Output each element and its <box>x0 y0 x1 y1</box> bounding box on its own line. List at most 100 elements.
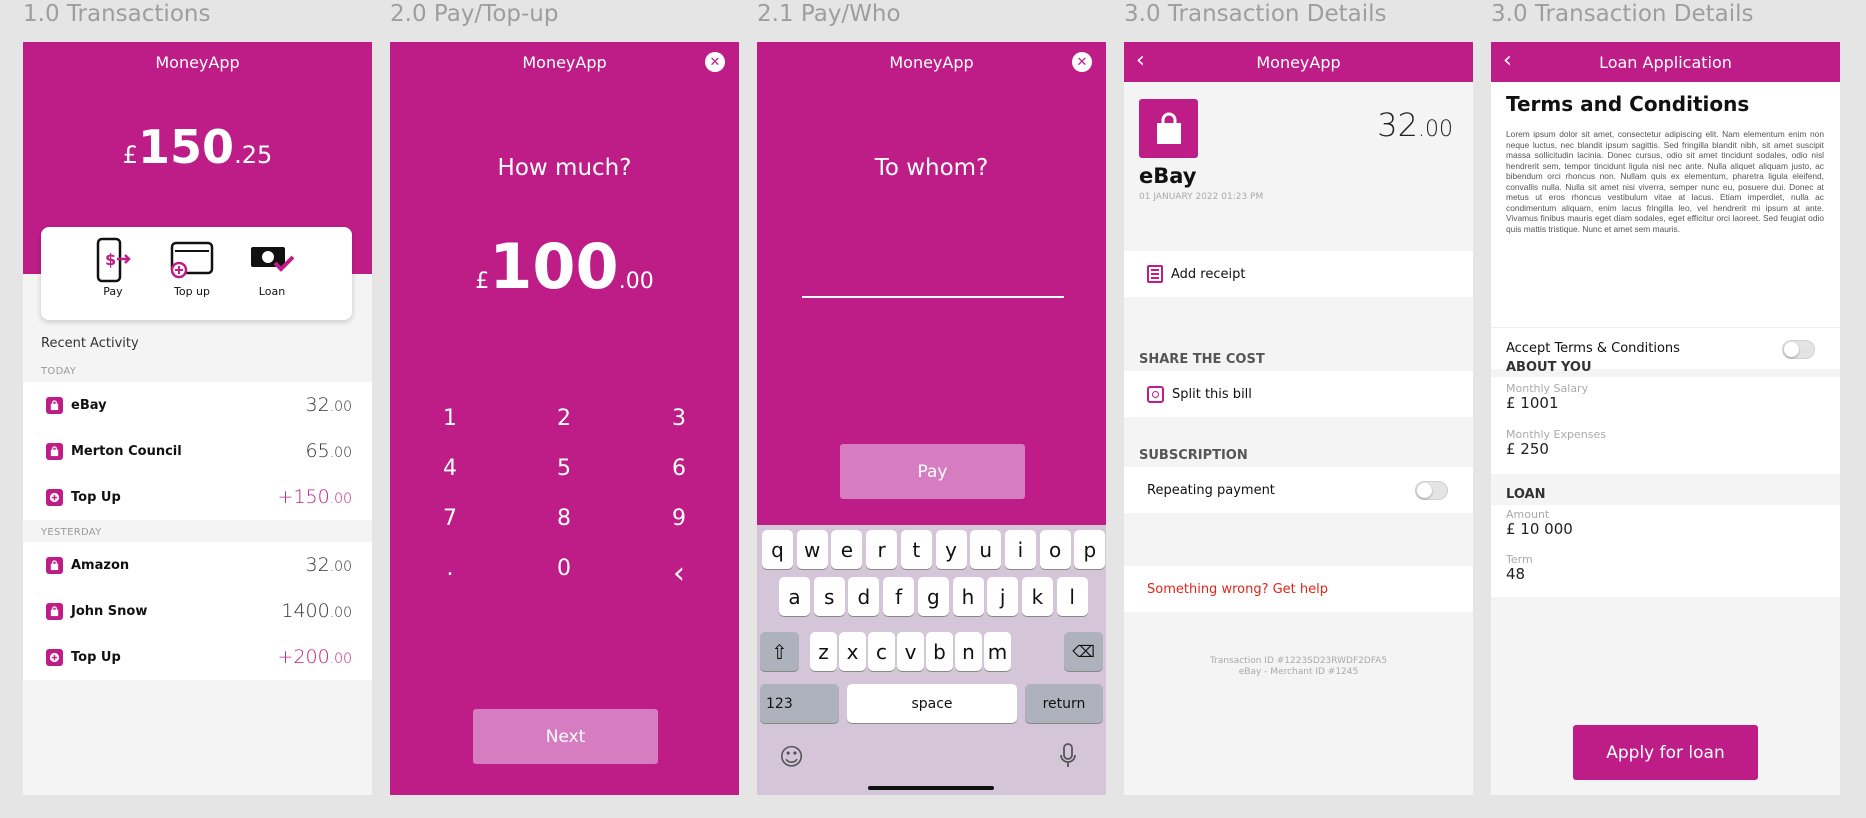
amount-decimal: .00 <box>329 445 352 461</box>
balance: £150.25 <box>23 120 372 174</box>
repeating-payment-toggle[interactable] <box>1415 481 1448 500</box>
keyboard-key[interactable]: p <box>1074 530 1106 569</box>
screen-label: 2.1 Pay/Who <box>757 1 901 27</box>
keyboard-key[interactable]: h <box>952 577 984 616</box>
term-value[interactable]: 48 <box>1506 565 1525 583</box>
keyboard-key[interactable]: s <box>813 577 845 616</box>
keypad-key[interactable]: 0 <box>544 556 584 581</box>
topup-action[interactable]: Top up <box>169 237 215 298</box>
salary-value[interactable]: £ 1001 <box>1506 394 1559 412</box>
keyboard-key[interactable]: g <box>917 577 949 616</box>
transaction-row[interactable]: Top Up +200.00 <box>23 634 372 680</box>
close-icon[interactable]: ✕ <box>705 52 725 72</box>
close-icon[interactable]: ✕ <box>1072 52 1092 72</box>
keyboard-key[interactable]: w <box>796 530 828 569</box>
back-chevron-icon[interactable]: ‹ <box>1136 50 1145 72</box>
keyboard-key[interactable]: d <box>848 577 880 616</box>
amount-decimal: .00 <box>329 399 352 415</box>
amount-decimal: .00 <box>329 559 352 575</box>
amount-integer: 65 <box>305 440 330 462</box>
pay-action[interactable]: $ Pay <box>93 237 133 298</box>
loan-action[interactable]: Loan <box>249 237 295 298</box>
emoji-icon[interactable]: ☺ <box>779 743 804 771</box>
transaction-row[interactable]: Merton Council 65.00 <box>23 428 372 474</box>
apply-for-loan-button[interactable]: Apply for loan <box>1573 725 1758 780</box>
transaction-row[interactable]: eBay 32.00 <box>23 382 372 428</box>
keyboard-key[interactable]: u <box>970 530 1002 569</box>
recipient-input[interactable] <box>802 296 1064 298</box>
accept-terms-toggle[interactable] <box>1782 340 1815 359</box>
keyboard-key[interactable]: l <box>1056 577 1088 616</box>
numbers-key[interactable]: 123 <box>760 684 839 723</box>
expenses-value[interactable]: £ 250 <box>1506 440 1549 458</box>
keyboard-key[interactable]: o <box>1039 530 1071 569</box>
keyboard-key[interactable]: i <box>1004 530 1036 569</box>
keyboard-key[interactable]: e <box>831 530 863 569</box>
keypad-key[interactable]: 8 <box>544 506 584 531</box>
loan-heading: LOAN <box>1506 487 1546 502</box>
screen-label: 2.0 Pay/Top-up <box>390 1 559 27</box>
add-receipt-row[interactable]: Add receipt <box>1124 251 1473 297</box>
keyboard-key[interactable]: a <box>779 577 810 616</box>
keyboard-key[interactable]: r <box>866 530 898 569</box>
return-key[interactable]: return <box>1025 684 1103 723</box>
terms-body: Lorem ipsum dolor sit amet, consectetur … <box>1506 129 1824 234</box>
shopping-bag-icon <box>1139 99 1198 158</box>
keyboard-key[interactable]: z <box>810 632 837 671</box>
pay-action-label: Pay <box>103 285 123 298</box>
transaction-amount: 32.00 <box>1377 106 1453 144</box>
keyboard-key[interactable]: n <box>955 632 982 671</box>
loan-action-label: Loan <box>258 285 286 298</box>
keypad-key[interactable]: 9 <box>659 506 699 531</box>
app-title: MoneyApp <box>155 52 240 72</box>
transaction-amount: +150.00 <box>278 486 352 508</box>
keyboard-key[interactable]: c <box>868 632 895 671</box>
keyboard-key[interactable]: q <box>762 530 793 569</box>
keyboard-key[interactable]: b <box>926 632 953 671</box>
delete-key[interactable]: ⌫ <box>1064 632 1103 671</box>
keyboard-key[interactable]: j <box>987 577 1019 616</box>
keyboard-key[interactable]: m <box>984 632 1011 671</box>
transaction-amount: +200.00 <box>278 646 352 668</box>
keyboard-key[interactable]: f <box>883 577 915 616</box>
transaction-amount: 65.00 <box>306 440 352 462</box>
shift-key[interactable]: ⇧ <box>760 632 799 671</box>
loan-application-screen: ‹ Loan Application Terms and Conditions … <box>1491 42 1840 795</box>
next-button[interactable]: Next <box>473 709 658 764</box>
keypad-key[interactable]: . <box>430 556 470 581</box>
back-chevron-icon[interactable]: ‹ <box>1503 50 1512 72</box>
keyboard-key[interactable]: y <box>935 530 967 569</box>
amount-value[interactable]: £ 10 000 <box>1506 520 1573 538</box>
get-help-link[interactable]: Something wrong? Get help <box>1147 582 1328 597</box>
amount-decimal: .00 <box>618 269 654 294</box>
app-bar: MoneyApp <box>23 42 372 82</box>
keypad-key[interactable]: 2 <box>544 406 584 431</box>
transaction-row[interactable]: Amazon 32.00 <box>23 542 372 588</box>
merchant-name: eBay <box>1139 164 1197 188</box>
keypad-key[interactable]: 7 <box>430 506 470 531</box>
keyboard-key[interactable]: x <box>839 632 866 671</box>
space-key[interactable]: space <box>847 684 1017 723</box>
yesterday-list: Amazon 32.00 John Snow 1400.00 Top Up +2… <box>23 542 372 680</box>
keyboard-key[interactable]: v <box>897 632 924 671</box>
split-bill-row[interactable]: Split this bill <box>1124 371 1473 417</box>
screen-label: 1.0 Transactions <box>23 1 211 27</box>
balance-decimal: .25 <box>234 141 273 169</box>
keypad-key[interactable]: 6 <box>659 456 699 481</box>
split-bill-icon <box>1147 385 1164 403</box>
pay-button[interactable]: Pay <box>840 444 1025 499</box>
amount-decimal: .00 <box>329 651 352 667</box>
get-help-row[interactable]: Something wrong? Get help <box>1124 566 1473 612</box>
keypad-key[interactable]: 3 <box>659 406 699 431</box>
backspace-key[interactable]: ‹ <box>659 556 699 591</box>
shopping-bag-icon <box>46 396 63 414</box>
keypad-key[interactable]: 1 <box>430 406 470 431</box>
keyboard-key[interactable]: t <box>900 530 932 569</box>
transaction-row[interactable]: Top Up +150.00 <box>23 474 372 520</box>
keyboard-key[interactable]: k <box>1021 577 1053 616</box>
microphone-icon[interactable] <box>1060 743 1076 773</box>
keypad-key[interactable]: 5 <box>544 456 584 481</box>
transaction-row[interactable]: John Snow 1400.00 <box>23 588 372 634</box>
amount-decimal: .00 <box>329 605 352 621</box>
keypad-key[interactable]: 4 <box>430 456 470 481</box>
